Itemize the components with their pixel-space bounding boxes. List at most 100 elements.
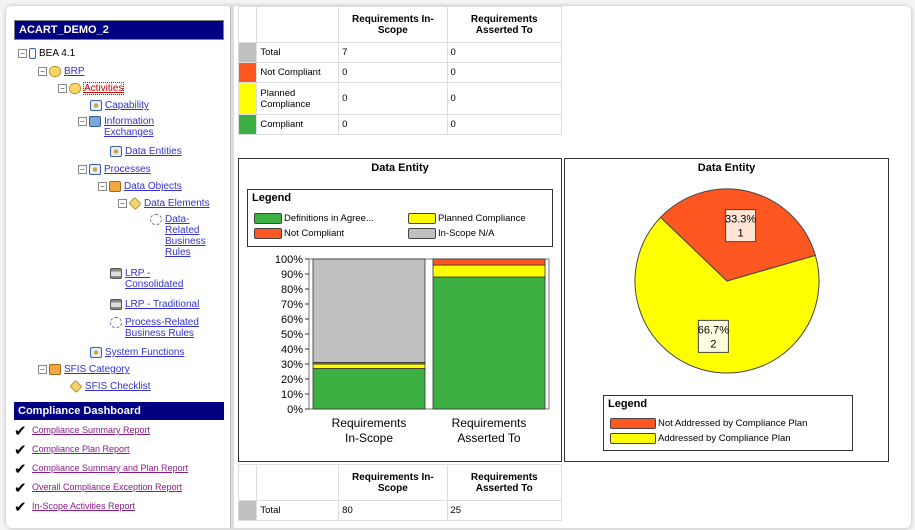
panel-splitter[interactable] bbox=[230, 6, 234, 528]
y-tick-label: 90% bbox=[281, 269, 303, 281]
tree-node-data-entities[interactable]: Data Entities bbox=[110, 146, 182, 157]
bank-icon bbox=[110, 268, 122, 279]
tree-node-data-elements[interactable]: − Data Elements bbox=[118, 196, 210, 211]
collapse-icon[interactable]: − bbox=[78, 117, 87, 126]
y-tick-label: 80% bbox=[281, 284, 303, 296]
y-tick-label: 0% bbox=[287, 404, 303, 416]
y-tick-label: 10% bbox=[281, 389, 303, 401]
x-tick-label: Requirements bbox=[452, 416, 527, 430]
legend-swatch bbox=[408, 213, 436, 224]
tree-title: ACART_DEMO_2 bbox=[14, 20, 224, 40]
pie-legend: Legend Not Addressed by Compliance Plan … bbox=[603, 395, 853, 451]
dashboard-title: Compliance Dashboard bbox=[14, 402, 224, 420]
capability-icon bbox=[90, 100, 102, 111]
table-row: Total 80 25 bbox=[237, 500, 562, 521]
collapse-icon[interactable]: − bbox=[98, 182, 107, 191]
bar-segment bbox=[432, 276, 546, 410]
legend-item: Definitions in Agree... bbox=[254, 213, 374, 224]
report-item[interactable]: ✔ Compliance Plan Report bbox=[14, 443, 224, 458]
legend-swatch bbox=[408, 228, 436, 239]
chart-title: Data Entity bbox=[697, 162, 756, 174]
color-swatch bbox=[237, 42, 258, 63]
bar-segment bbox=[432, 264, 546, 278]
collapse-icon[interactable]: − bbox=[78, 165, 87, 174]
rule-icon bbox=[150, 214, 162, 225]
exchange-icon bbox=[89, 116, 101, 127]
collapse-icon[interactable]: − bbox=[38, 67, 47, 76]
legend-item: Not Addressed by Compliance Plan bbox=[610, 418, 807, 429]
column-header: Requirements In-Scope bbox=[338, 464, 448, 501]
table-row: Not Compliant 0 0 bbox=[237, 62, 562, 83]
legend-swatch bbox=[254, 213, 282, 224]
y-tick-label: 40% bbox=[281, 344, 303, 356]
legend-swatch bbox=[254, 228, 282, 239]
table-row: Planned Compliance 0 0 bbox=[237, 82, 562, 115]
pie-chart: 66.7% 2 33.3% 1 bbox=[634, 188, 820, 374]
data-label: 2 bbox=[710, 338, 716, 350]
color-swatch bbox=[237, 500, 258, 521]
checkmark-icon: ✔ bbox=[14, 480, 27, 497]
color-swatch bbox=[237, 82, 258, 115]
category-icon bbox=[49, 364, 61, 375]
report-item[interactable]: ✔ Compliance Summary and Plan Report bbox=[14, 462, 224, 477]
legend-item: Planned Compliance bbox=[408, 213, 526, 224]
tree-node-sfis-checklist[interactable]: SFIS Checklist bbox=[69, 379, 151, 394]
folder-icon bbox=[49, 66, 61, 77]
rule-icon bbox=[110, 317, 122, 328]
tree-node-activities[interactable]: − Activities bbox=[58, 82, 125, 95]
x-tick-label: In-Scope bbox=[345, 431, 393, 445]
legend-item: In-Scope N/A bbox=[408, 228, 495, 239]
bar-segment bbox=[312, 258, 426, 363]
report-item[interactable]: ✔ In-Scope Activities Report bbox=[14, 499, 224, 516]
tree-node-system-functions[interactable]: System Functions bbox=[90, 347, 184, 358]
y-tick-label: 30% bbox=[281, 359, 303, 371]
data-object-icon bbox=[109, 181, 121, 192]
database-icon bbox=[29, 48, 36, 59]
y-tick-label: 50% bbox=[281, 329, 303, 341]
tree-node-data-related-business-rules[interactable]: Data-Related Business Rules bbox=[150, 214, 210, 258]
tree-node-processes[interactable]: − Processes bbox=[78, 164, 151, 175]
bar-segment bbox=[312, 363, 426, 369]
tree-node-capability[interactable]: Capability bbox=[90, 100, 149, 111]
legend-item: Addressed by Compliance Plan bbox=[610, 433, 791, 444]
checkmark-icon: ✔ bbox=[14, 499, 27, 516]
legend-swatch bbox=[610, 433, 656, 444]
data-label: 1 bbox=[738, 228, 744, 240]
collapse-icon[interactable]: − bbox=[118, 199, 127, 208]
report-list: ✔ Compliance Summary Report ✔ Compliance… bbox=[14, 424, 224, 516]
legend-swatch bbox=[610, 418, 656, 429]
x-tick-label: Requirements bbox=[332, 416, 407, 430]
color-swatch bbox=[237, 62, 258, 83]
data-label: 33.3% bbox=[725, 214, 756, 226]
top-summary-table: Requirements In-Scope Requirements Asser… bbox=[237, 6, 562, 135]
report-item[interactable]: ✔ Compliance Summary Report bbox=[14, 424, 224, 439]
y-tick-label: 70% bbox=[281, 299, 303, 311]
collapse-icon[interactable]: − bbox=[58, 84, 67, 93]
collapse-icon[interactable]: − bbox=[18, 49, 27, 58]
tree-node-lrp-consolidated[interactable]: LRP - Consolidated bbox=[110, 268, 200, 290]
collapse-icon[interactable]: − bbox=[38, 365, 47, 374]
chart-title: Data Entity bbox=[371, 162, 429, 174]
function-icon bbox=[90, 347, 102, 358]
legend-item: Not Compliant bbox=[254, 228, 344, 239]
tree-node-data-objects[interactable]: − Data Objects bbox=[98, 181, 182, 192]
data-element-icon bbox=[128, 196, 142, 211]
column-header: Requirements Asserted To bbox=[446, 464, 562, 501]
tree-node-bea[interactable]: − BEA 4.1 bbox=[18, 48, 75, 59]
legend-title: Legend bbox=[252, 192, 292, 204]
x-tick-label: Asserted To bbox=[457, 431, 520, 445]
tree-node-lrp-traditional[interactable]: LRP - Traditional bbox=[110, 299, 199, 310]
tree-node-brp[interactable]: − BRP bbox=[38, 66, 85, 77]
bar-chart-panel: Data Entity Legend Definitions in Agree.… bbox=[238, 158, 562, 462]
tree-node-information-exchanges[interactable]: − Information Exchanges bbox=[78, 116, 188, 138]
app-frame: ACART_DEMO_2 − BEA 4.1 − BRP − Activitie… bbox=[6, 6, 911, 528]
pie-chart-panel: Data Entity 66.7% 2 33.3% 1 Legend Not Addr… bbox=[564, 158, 889, 462]
data-label: 66.7% bbox=[698, 324, 729, 336]
tree-node-process-related-business-rules[interactable]: Process-Related Business Rules bbox=[110, 317, 215, 339]
tree-node-sfis-category[interactable]: − SFIS Category bbox=[38, 364, 130, 375]
y-tick-label: 100% bbox=[275, 254, 303, 266]
report-item[interactable]: ✔ Overall Compliance Exception Report bbox=[14, 480, 224, 497]
bar-segment bbox=[312, 368, 426, 410]
y-tick-label: 20% bbox=[281, 374, 303, 386]
left-panel: ACART_DEMO_2 − BEA 4.1 − BRP − Activitie… bbox=[14, 20, 224, 528]
